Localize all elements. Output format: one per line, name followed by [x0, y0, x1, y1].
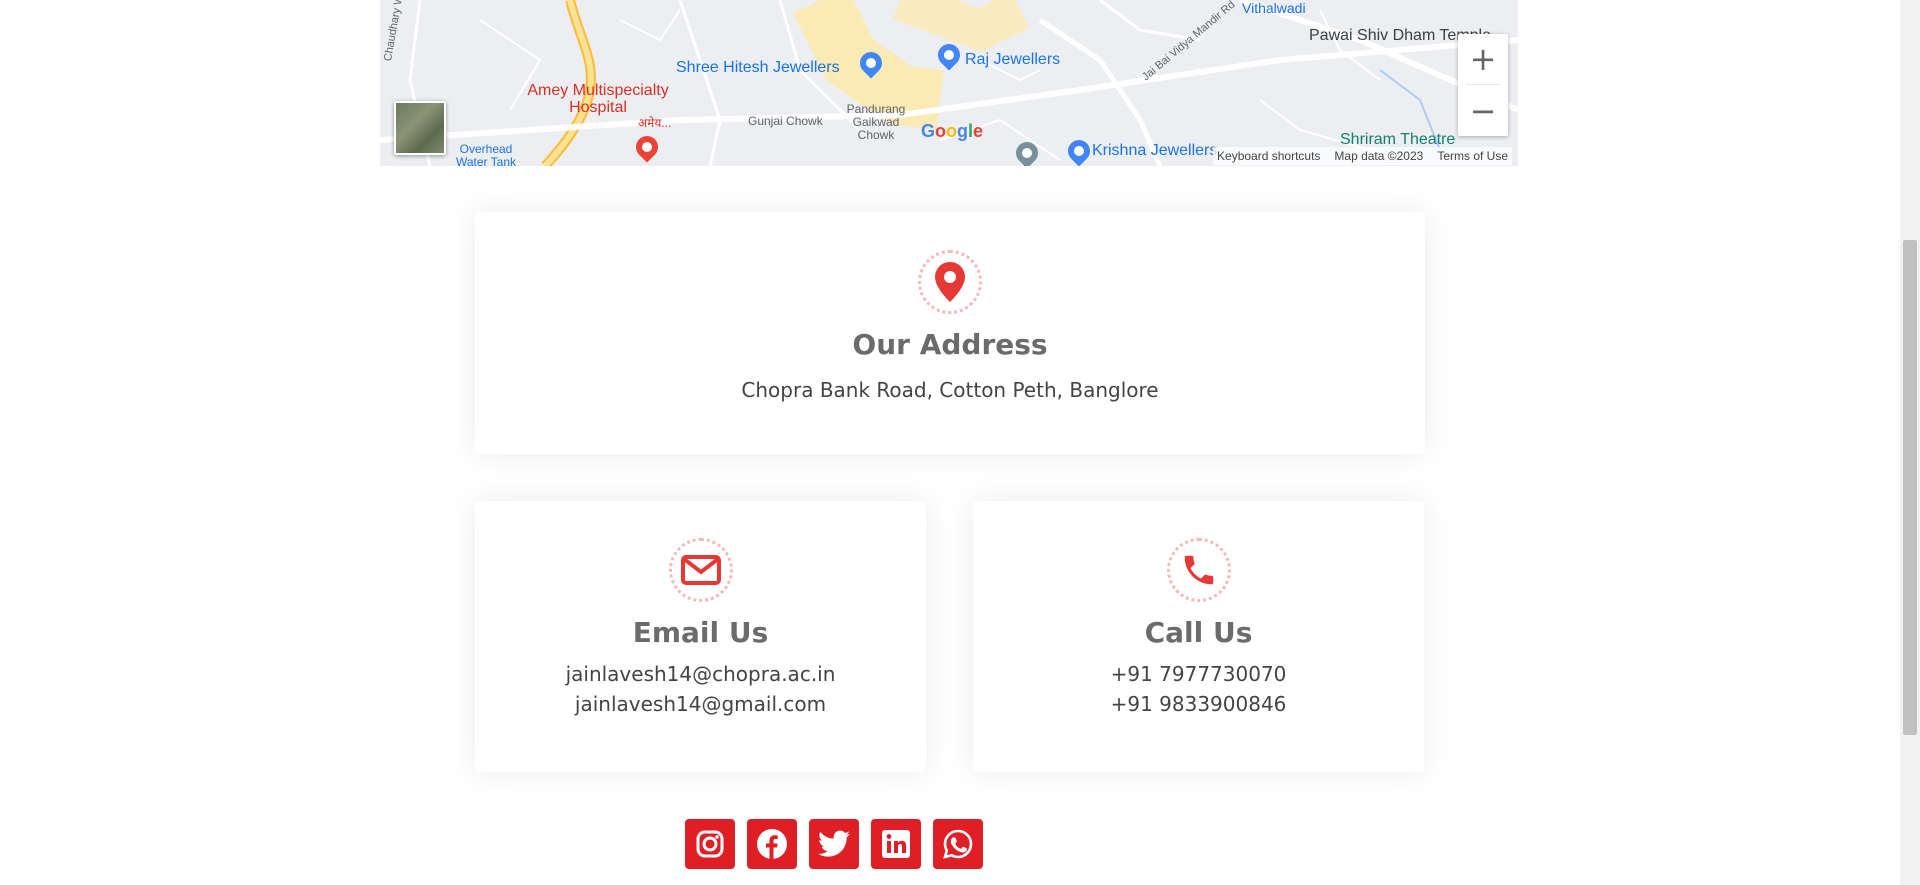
- keyboard-shortcuts-link[interactable]: Keyboard shortcuts: [1217, 149, 1320, 163]
- address-title: Our Address: [852, 328, 1048, 361]
- phone-icon: [1184, 555, 1213, 585]
- twitter-button[interactable]: [809, 819, 859, 869]
- address-card: Our Address Chopra Bank Road, Cotton Pet…: [475, 212, 1425, 454]
- pandurang-chowk-label: Pandurang Gaikwad Chowk: [846, 102, 906, 142]
- phone-card: Call Us +91 7977730070 +91 9833900846: [973, 501, 1424, 772]
- satellite-toggle-button[interactable]: [394, 101, 446, 155]
- zoom-divider: [1466, 84, 1500, 85]
- phone-title: Call Us: [1144, 616, 1253, 649]
- envelope-icon: [680, 555, 721, 585]
- linkedin-button[interactable]: [871, 819, 921, 869]
- hospital-marathi-label: अमेय...: [638, 116, 672, 130]
- phone-icon-ring: [1166, 538, 1231, 602]
- twitter-icon: [818, 830, 850, 857]
- email-icon-ring: [668, 538, 733, 602]
- shree-hitesh-label[interactable]: Shree Hitesh Jewellers: [676, 59, 840, 77]
- zoom-out-button[interactable]: −: [1458, 86, 1508, 136]
- page-scrollbar[interactable]: [1900, 0, 1920, 885]
- map-pin-icon: [935, 262, 965, 302]
- vithalwadi-label: Vithalwadi: [1242, 0, 1306, 16]
- phone-line-2[interactable]: +91 9833900846: [973, 689, 1424, 719]
- email-line-2[interactable]: jainlavesh14@gmail.com: [475, 689, 926, 719]
- whatsapp-button[interactable]: [933, 819, 983, 869]
- krishna-jewellers-label[interactable]: Krishna Jewellers: [1092, 142, 1217, 160]
- google-logo: Google: [921, 121, 984, 141]
- scrollbar-thumb[interactable]: [1903, 240, 1917, 735]
- hospital-label[interactable]: Amey Multispecialty Hospital: [518, 82, 678, 116]
- whatsapp-icon: [943, 829, 973, 859]
- email-title: Email Us: [632, 616, 769, 649]
- address-text: Chopra Bank Road, Cotton Peth, Banglore: [741, 378, 1159, 402]
- gunjai-chowk-label: Gunjai Chowk: [748, 114, 823, 128]
- zoom-controls: + −: [1458, 34, 1508, 136]
- raj-jewellers-label[interactable]: Raj Jewellers: [965, 51, 1060, 69]
- instagram-button[interactable]: [685, 819, 735, 869]
- phone-line-1[interactable]: +91 7977730070: [973, 659, 1424, 689]
- map-data-text: Map data ©2023: [1334, 149, 1424, 163]
- instagram-icon: [696, 830, 724, 858]
- address-icon-ring: [918, 250, 982, 314]
- linkedin-icon: [882, 830, 910, 858]
- facebook-button[interactable]: [747, 819, 797, 869]
- social-links: [685, 819, 983, 869]
- zoom-in-button[interactable]: +: [1458, 34, 1508, 84]
- map-attribution: Keyboard shortcuts Map data ©2023 Terms …: [1213, 147, 1512, 165]
- email-card: Email Us jainlavesh14@chopra.ac.in jainl…: [475, 501, 926, 772]
- terms-of-use-link[interactable]: Terms of Use: [1437, 149, 1508, 163]
- google-map[interactable]: Chaudhary Wadi Rd Amey Multispecialty Ho…: [380, 0, 1518, 166]
- overhead-tank-label: Overhead Water Tank: [455, 142, 517, 167]
- email-line-1[interactable]: jainlavesh14@chopra.ac.in: [475, 659, 926, 689]
- facebook-icon: [757, 829, 787, 859]
